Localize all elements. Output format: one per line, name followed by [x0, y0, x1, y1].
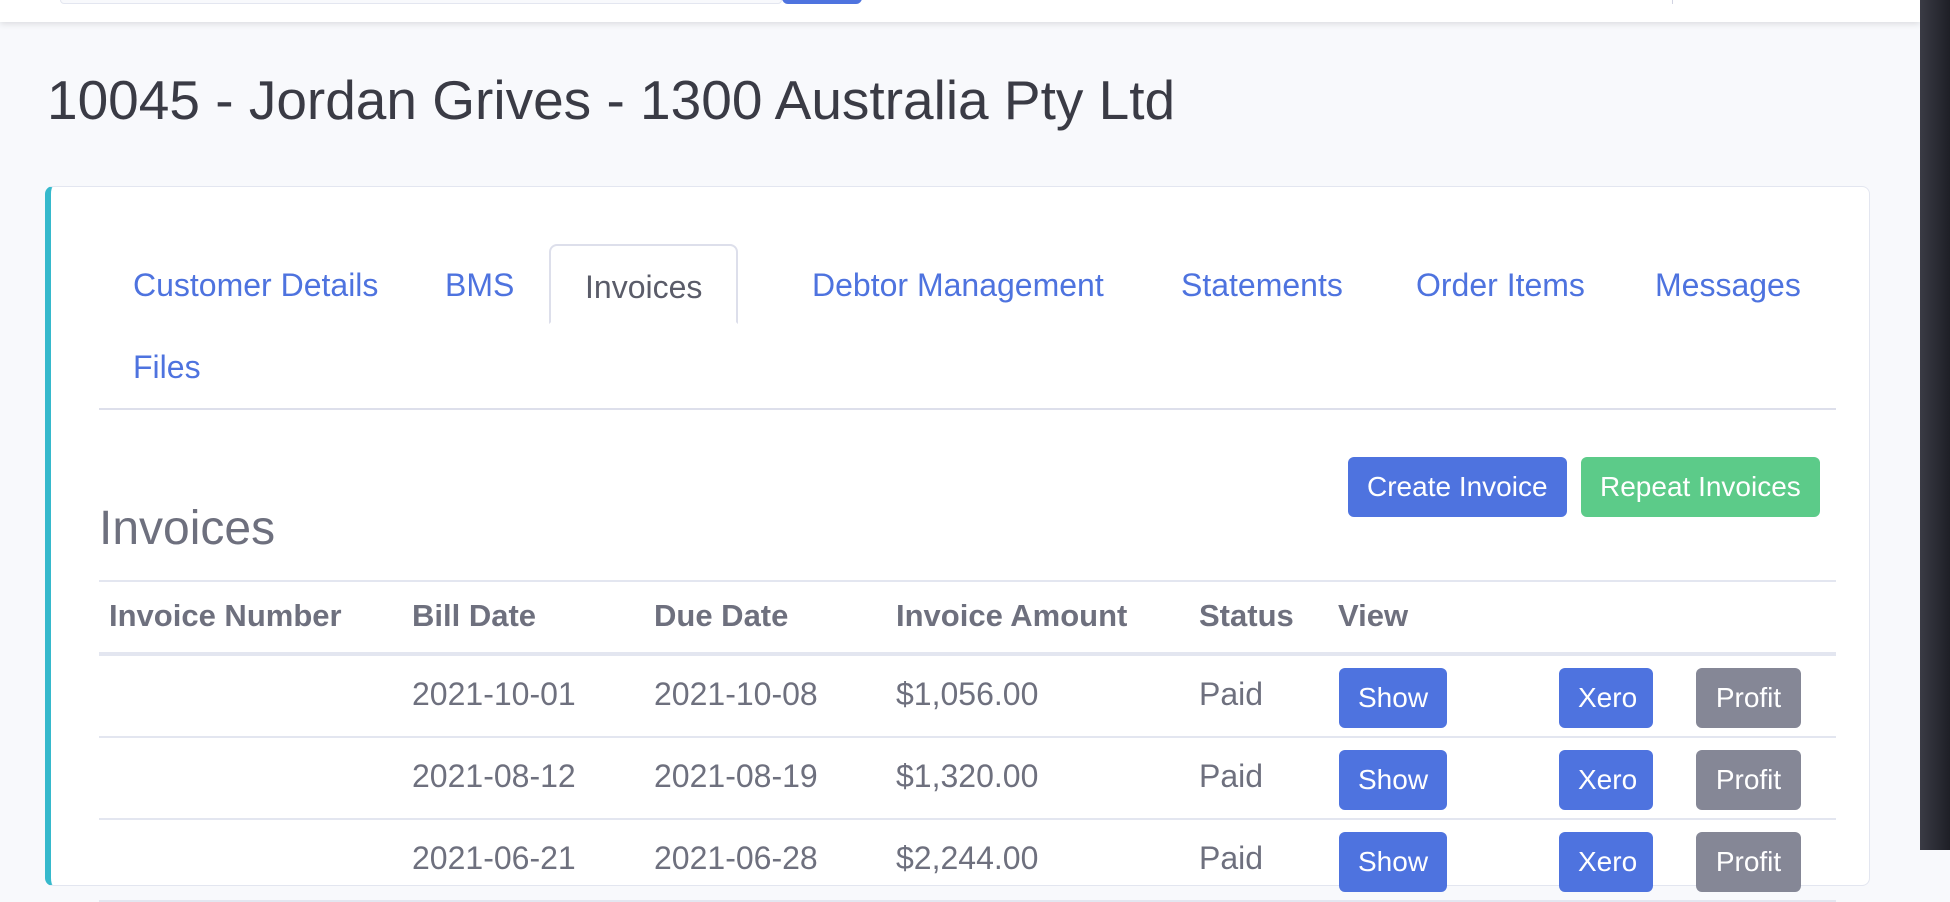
- status-cell: Paid: [1199, 758, 1264, 794]
- invoice-amount-cell: $1,056.00: [896, 676, 1039, 712]
- column-header-view: View: [1338, 598, 1409, 633]
- column-header-invoice-amount: Invoice Amount: [896, 598, 1128, 633]
- search-button[interactable]: [782, 0, 862, 4]
- xero-button[interactable]: Xero: [1559, 750, 1653, 810]
- table-header: Invoice Number Bill Date Due Date Invoic…: [99, 580, 1836, 656]
- show-button[interactable]: Show: [1339, 832, 1447, 892]
- tab-invoices[interactable]: Invoices: [549, 244, 739, 324]
- xero-button[interactable]: Xero: [1559, 832, 1653, 892]
- status-cell: Paid: [1199, 840, 1264, 876]
- status-cell: Paid: [1199, 676, 1264, 712]
- due-date-cell: 2021-10-08: [654, 676, 818, 712]
- topbar-divider: [1672, 0, 1673, 4]
- xero-button[interactable]: Xero: [1559, 668, 1653, 728]
- column-header-invoice-number: Invoice Number: [109, 598, 342, 633]
- tab-files[interactable]: Files: [99, 326, 235, 406]
- invoice-amount-cell: $2,244.00: [896, 840, 1039, 876]
- repeat-invoices-button[interactable]: Repeat Invoices: [1581, 457, 1820, 517]
- tab-order-items[interactable]: Order Items: [1382, 244, 1619, 324]
- due-date-cell: 2021-08-19: [654, 758, 818, 794]
- customer-card: Customer Details BMS Invoices Debtor Man…: [45, 186, 1870, 902]
- page-title: 10045 - Jordan Grives - 1300 Australia P…: [47, 69, 1176, 131]
- window-edge: [1920, 0, 1950, 850]
- column-header-status: Status: [1199, 598, 1294, 633]
- table-row: 2021-06-21 2021-06-28 $2,244.00 Paid Sho…: [99, 820, 1836, 902]
- tab-messages[interactable]: Messages: [1621, 244, 1835, 324]
- bill-date-cell: 2021-06-21: [412, 840, 576, 876]
- profit-button[interactable]: Profit: [1696, 668, 1801, 728]
- profit-button[interactable]: Profit: [1696, 832, 1801, 892]
- show-button[interactable]: Show: [1339, 668, 1447, 728]
- due-date-cell: 2021-06-28: [654, 840, 818, 876]
- create-invoice-button[interactable]: Create Invoice: [1348, 457, 1567, 517]
- table-row: 2021-08-12 2021-08-19 $1,320.00 Paid Sho…: [99, 738, 1836, 820]
- bill-date-cell: 2021-08-12: [412, 758, 576, 794]
- column-header-due-date: Due Date: [654, 598, 789, 633]
- profit-button[interactable]: Profit: [1696, 750, 1801, 810]
- invoices-heading: Invoices: [99, 502, 276, 555]
- table-row: 2021-10-01 2021-10-08 $1,056.00 Paid Sho…: [99, 656, 1836, 738]
- show-button[interactable]: Show: [1339, 750, 1447, 810]
- bill-date-cell: 2021-10-01: [412, 676, 576, 712]
- invoice-amount-cell: $1,320.00: [896, 758, 1039, 794]
- tab-bms[interactable]: BMS: [411, 244, 548, 324]
- tab-bar: Customer Details BMS Invoices Debtor Man…: [99, 244, 1836, 410]
- tab-customer-details[interactable]: Customer Details: [99, 244, 412, 324]
- topbar: [0, 0, 1920, 22]
- column-header-bill-date: Bill Date: [412, 598, 537, 633]
- tab-statements[interactable]: Statements: [1147, 244, 1377, 324]
- tab-debtor-management[interactable]: Debtor Management: [778, 244, 1138, 324]
- invoices-table: Invoice Number Bill Date Due Date Invoic…: [99, 580, 1836, 902]
- search-input[interactable]: [60, 0, 782, 4]
